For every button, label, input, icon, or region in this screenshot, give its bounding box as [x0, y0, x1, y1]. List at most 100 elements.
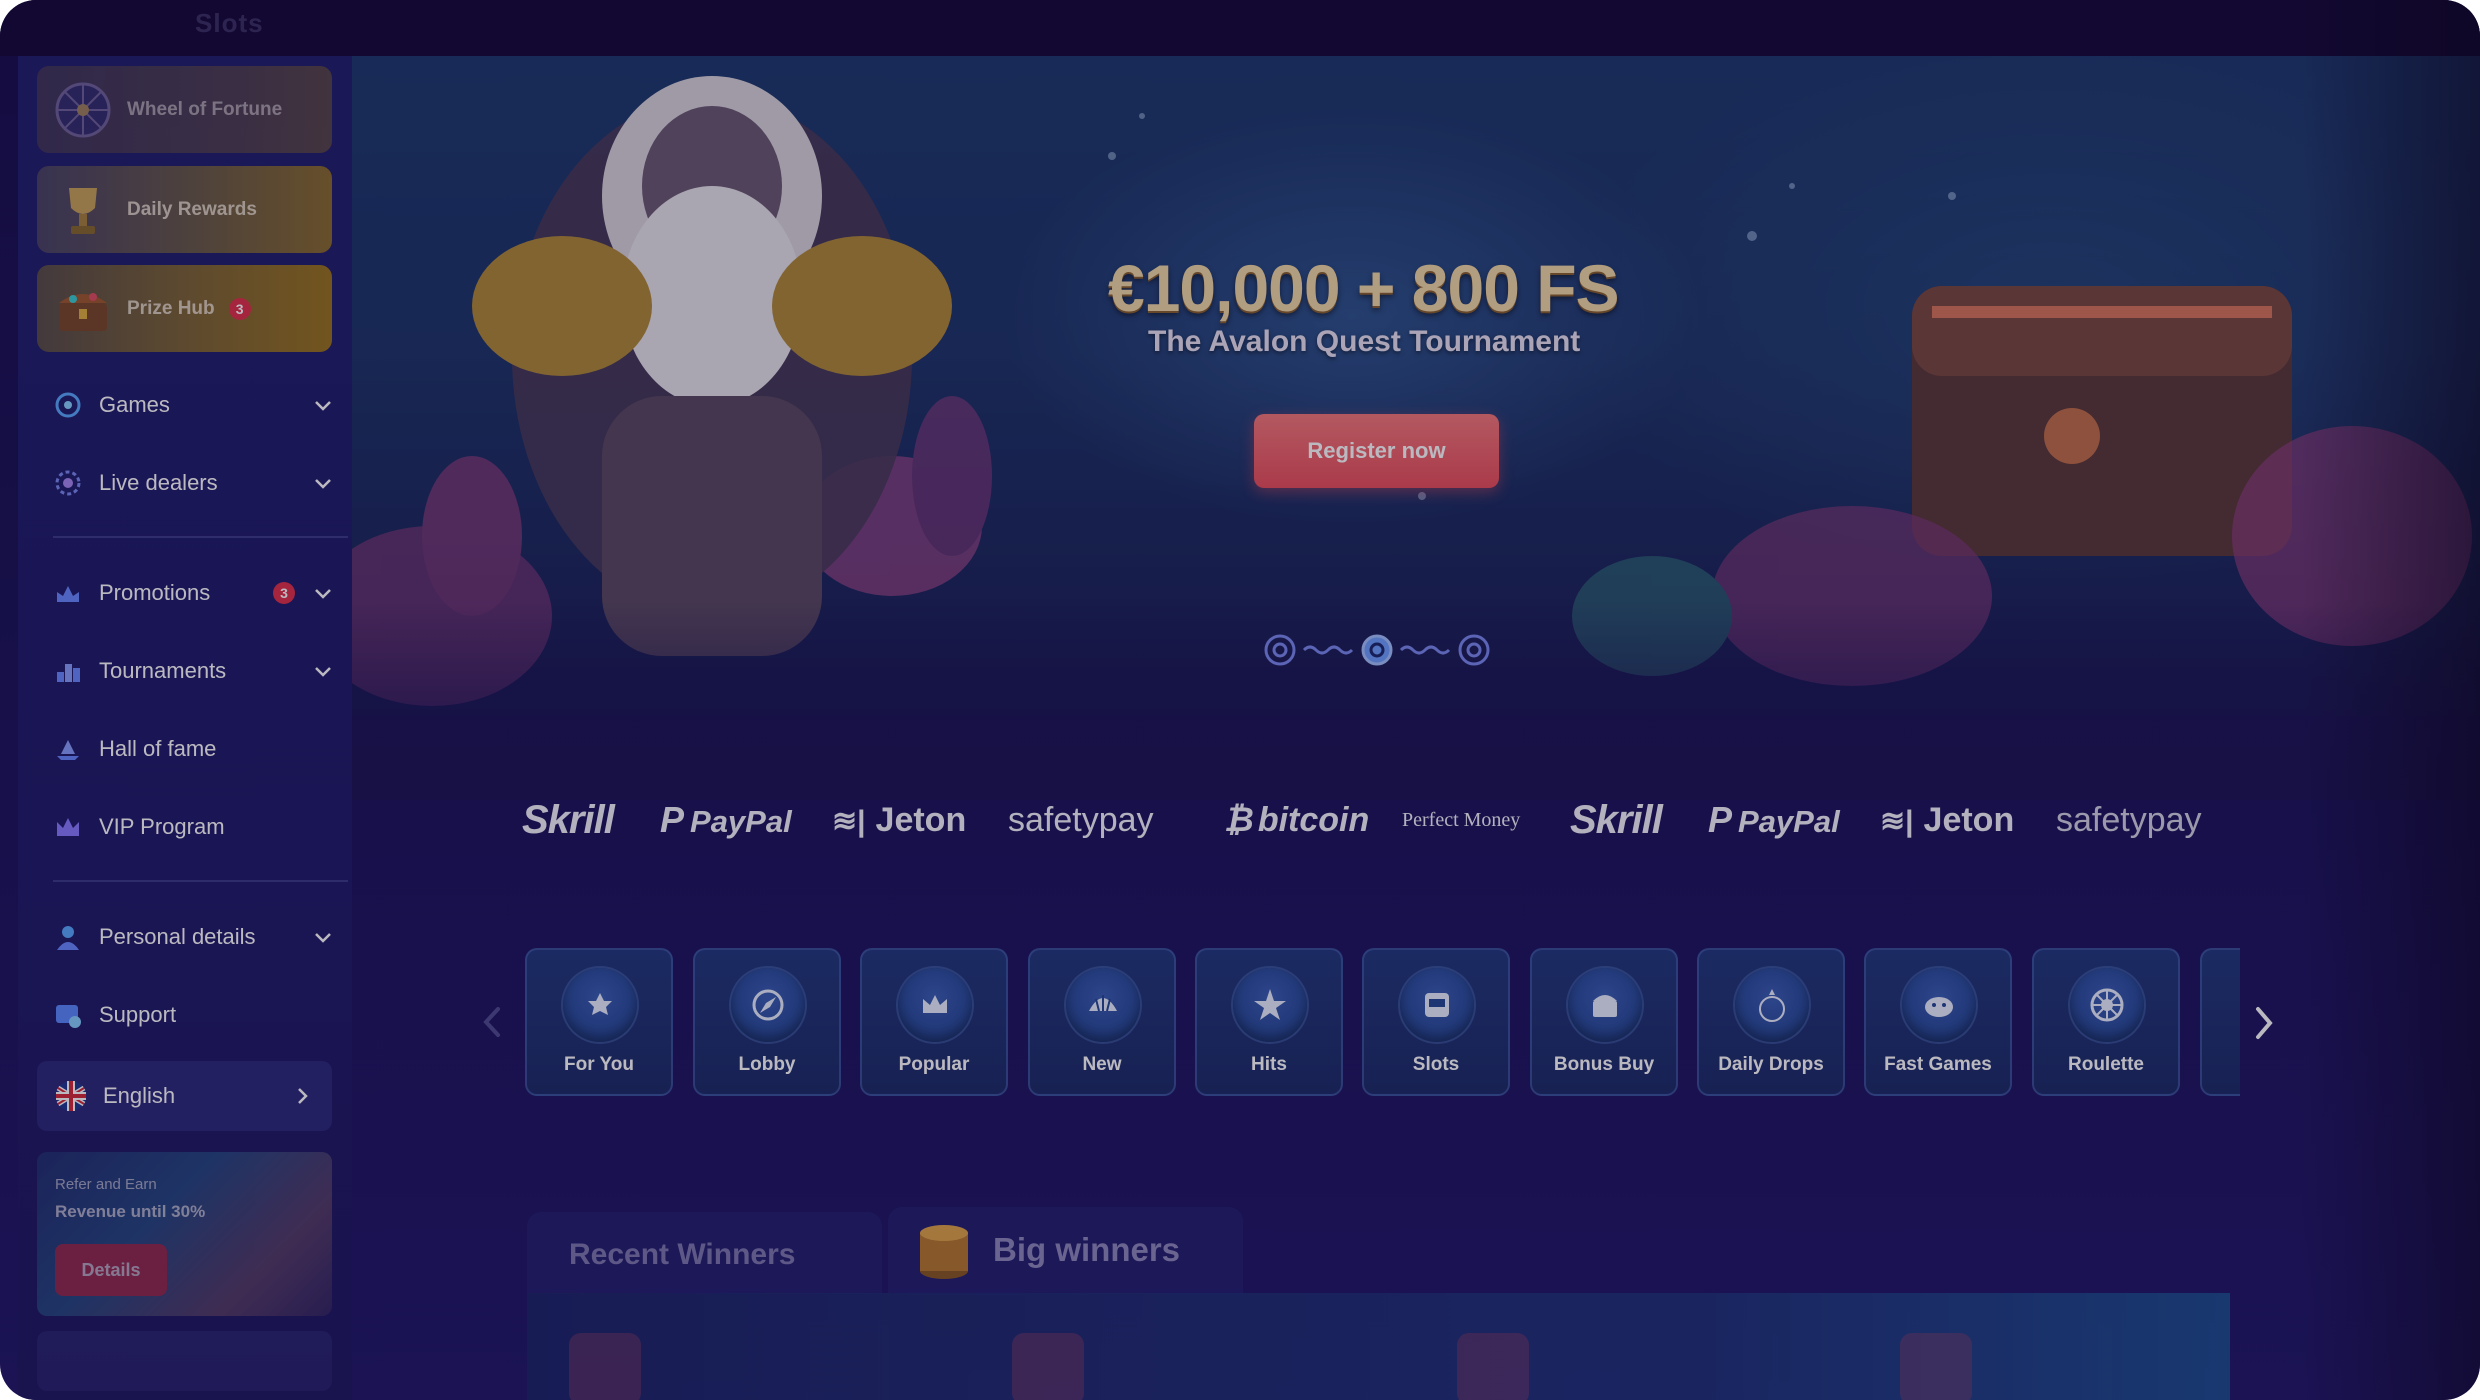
wave-divider-icon	[1399, 645, 1451, 655]
prize-hub-tile[interactable]: Prize Hub 3	[37, 265, 332, 352]
tab-label: Recent Winners	[569, 1238, 796, 1271]
paypal-logo-text: PayPal	[1738, 804, 1840, 839]
top-bar: Slots	[0, 0, 2480, 56]
category-fast-games[interactable]: Fast Games	[1864, 948, 2012, 1096]
sidebar-item-vip-program[interactable]: VIP Program	[53, 802, 343, 852]
paypal-logo-text: PayPal	[690, 804, 792, 839]
category-slots[interactable]: Slots	[1362, 948, 1510, 1096]
payment-methods-strip: Skrill P PayPal ≋| Jeton safetypay ₿ bitcoi…	[522, 795, 2242, 845]
wheel-icon	[55, 82, 111, 137]
bitcoin-logo: ₿ bitcoin	[1224, 801, 1370, 839]
jeton-logo: ≋| Jeton	[832, 801, 967, 839]
nav-label: Tournaments	[99, 658, 227, 683]
chevron-right-icon	[298, 1088, 308, 1104]
wheel-of-fortune-tile[interactable]: Wheel of Fortune	[37, 66, 332, 153]
paypal-logo: P PayPal	[660, 799, 792, 840]
nav-label: VIP Program	[99, 814, 225, 839]
category-label: For You	[563, 1054, 635, 1075]
category-roulette[interactable]: Roulette	[2032, 948, 2180, 1096]
category-label: Fast Games	[1884, 1054, 1992, 1075]
refer-and-earn-card[interactable]: Refer and Earn Revenue until 30% Details	[37, 1152, 332, 1316]
winners-list	[527, 1293, 2230, 1400]
for-you-icon	[563, 968, 637, 1042]
category-label: Slots	[1412, 1054, 1460, 1075]
nav-label: Games	[99, 392, 170, 417]
fast-games-icon	[1902, 968, 1976, 1042]
category-daily-drops[interactable]: Daily Drops	[1697, 948, 1845, 1096]
site-logo[interactable]: Slots	[195, 8, 264, 39]
nav-label: Promotions	[99, 580, 211, 605]
winner-game-thumbnail[interactable]	[1900, 1333, 1972, 1400]
games-icon	[53, 390, 83, 420]
support-icon	[53, 1000, 83, 1030]
treasure-chest-icon	[59, 292, 107, 331]
sidebar-item-personal-details[interactable]: Personal details	[53, 912, 343, 962]
carousel-dot-3[interactable]	[1458, 634, 1490, 666]
nav-label: Hall of fame	[99, 736, 217, 761]
chevron-down-icon[interactable]	[311, 659, 335, 683]
notification-badge: 3	[228, 297, 251, 320]
safetypay-logo: safetypay	[1008, 801, 1154, 839]
refer-details-button[interactable]: Details	[55, 1244, 167, 1296]
jeton-logo-text: Jeton	[875, 801, 967, 839]
category-label: Roulette	[2068, 1054, 2144, 1075]
tab-recent-winners[interactable]: Recent Winners	[527, 1212, 882, 1294]
category-new[interactable]: New	[1028, 948, 1176, 1096]
sidebar-item-tournaments[interactable]: Tournaments	[53, 646, 343, 696]
bonus-buy-icon	[1568, 968, 1642, 1042]
live-dealers-icon	[53, 468, 83, 498]
sidebar-item-promotions[interactable]: Promotions 3	[53, 568, 343, 618]
category-hits[interactable]: Hits	[1195, 948, 1343, 1096]
category-label: Popular	[898, 1054, 970, 1075]
chevron-down-icon[interactable]	[311, 581, 335, 605]
category-label: Hits	[1251, 1054, 1287, 1075]
category-lobby[interactable]: Lobby	[693, 948, 841, 1096]
bitcoin-logo-text: bitcoin	[1257, 801, 1370, 839]
language-label: English	[103, 1083, 176, 1108]
daily-rewards-tile[interactable]: Daily Rewards	[37, 166, 332, 253]
crown-icon	[898, 968, 972, 1042]
user-icon	[53, 922, 83, 952]
register-now-button[interactable]: Register now	[1254, 414, 1499, 488]
winner-game-thumbnail[interactable]	[1457, 1333, 1529, 1400]
category-label: New	[1082, 1054, 1122, 1075]
carousel-dot-1[interactable]	[1264, 634, 1296, 666]
sidebar-item-hall-of-fame[interactable]: Hall of fame	[53, 724, 343, 774]
carousel-indicators[interactable]	[1262, 630, 1492, 670]
category-next-arrow-icon[interactable]	[2250, 1005, 2278, 1041]
chevron-down-icon[interactable]	[311, 393, 335, 417]
tile-label: Wheel of Fortune	[127, 98, 283, 120]
language-selector[interactable]: English	[37, 1061, 332, 1131]
sidebar-bottom-card[interactable]	[37, 1331, 332, 1391]
lobby-compass-icon	[731, 968, 805, 1042]
nav-label: Live dealers	[99, 470, 218, 495]
tab-big-winners[interactable]: Big winners	[888, 1207, 1243, 1295]
nav-label: Personal details	[99, 924, 256, 949]
refer-caption: Refer and Earn	[55, 1176, 157, 1193]
slot-machine-icon	[1400, 968, 1474, 1042]
category-label: Daily Drops	[1718, 1054, 1824, 1075]
wave-divider-icon	[1302, 645, 1354, 655]
notification-badge: 3	[273, 582, 295, 604]
sidebar-divider	[53, 880, 348, 882]
safetypay-logo: safetypay	[2056, 801, 2202, 839]
category-partial[interactable]	[2200, 948, 2240, 1096]
coin-stack-icon	[920, 1225, 968, 1279]
sidebar-item-support[interactable]: Support	[53, 990, 343, 1040]
winner-game-thumbnail[interactable]	[1012, 1333, 1084, 1400]
chevron-down-icon[interactable]	[311, 925, 335, 949]
jeton-logo: ≋| Jeton	[1880, 801, 2015, 839]
category-popular[interactable]: Popular	[860, 948, 1008, 1096]
category-for-you[interactable]: For You	[525, 948, 673, 1096]
category-label: Bonus Buy	[1553, 1054, 1655, 1075]
carousel-dot-2-active[interactable]	[1361, 634, 1393, 666]
category-prev-arrow-icon[interactable]	[480, 1005, 504, 1039]
winner-game-thumbnail[interactable]	[569, 1333, 641, 1400]
category-bonus-buy[interactable]: Bonus Buy	[1530, 948, 1678, 1096]
uk-flag-icon	[56, 1081, 86, 1111]
sidebar-item-games[interactable]: Games	[53, 380, 343, 430]
sidebar-item-live-dealers[interactable]: Live dealers	[53, 458, 343, 508]
sidebar-divider	[53, 536, 348, 538]
chevron-down-icon[interactable]	[311, 471, 335, 495]
skrill-logo: Skrill	[1570, 798, 1663, 842]
